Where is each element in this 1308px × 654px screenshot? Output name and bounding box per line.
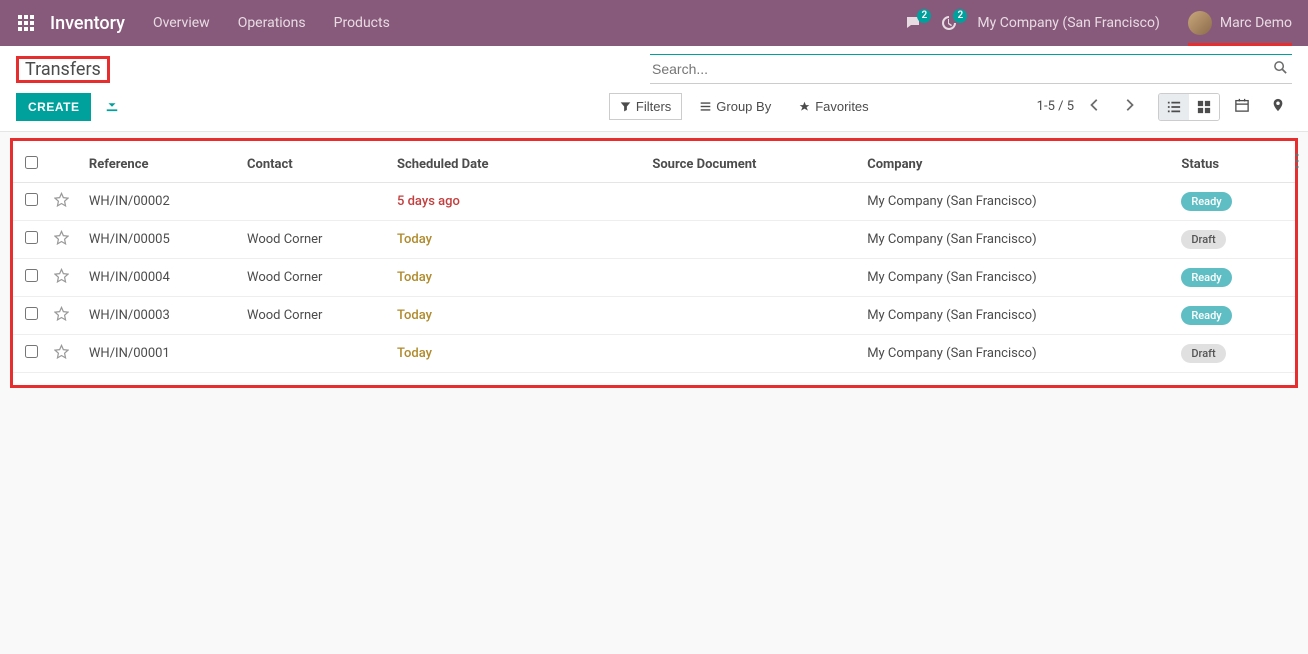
nav-products[interactable]: Products <box>334 15 390 31</box>
cell-source <box>644 221 859 259</box>
cell-contact <box>239 183 389 221</box>
star-icon[interactable] <box>54 196 69 211</box>
header-reference[interactable]: Reference <box>81 147 239 183</box>
star-icon[interactable] <box>54 348 69 363</box>
status-badge: Ready <box>1181 192 1231 211</box>
star-icon[interactable] <box>54 234 69 249</box>
table-row[interactable]: WH/IN/00003Wood CornerToday My Company (S… <box>13 297 1295 335</box>
cell-company: My Company (San Francisco) <box>859 183 1173 221</box>
header-company[interactable]: Company <box>859 147 1173 183</box>
cell-status: Draft <box>1173 221 1295 259</box>
row-checkbox[interactable] <box>25 269 38 282</box>
cell-status: Draft <box>1173 335 1295 373</box>
avatar <box>1188 11 1212 35</box>
cell-source <box>644 335 859 373</box>
page-title: Transfers <box>19 57 107 82</box>
filters-button[interactable]: Filters <box>609 93 682 120</box>
highlight-table: Reference Contact Scheduled Date Source … <box>10 138 1298 388</box>
cell-status: Ready <box>1173 183 1295 221</box>
cell-reference: WH/IN/00003 <box>81 297 239 335</box>
apps-icon[interactable] <box>16 13 36 33</box>
view-list[interactable] <box>1159 94 1189 120</box>
view-map[interactable] <box>1264 92 1292 121</box>
view-switcher <box>1158 93 1220 121</box>
view-kanban[interactable] <box>1189 94 1219 120</box>
cell-source <box>644 183 859 221</box>
cell-contact: Wood Corner <box>239 297 389 335</box>
cell-reference: WH/IN/00001 <box>81 335 239 373</box>
table-row[interactable]: WH/IN/00001 Today My Company (San Francisc… <box>13 335 1295 373</box>
pager-next[interactable] <box>1116 94 1142 119</box>
cell-scheduled: 5 days ago <box>389 183 644 221</box>
messaging-icon[interactable]: 2 <box>905 15 921 31</box>
messaging-badge: 2 <box>917 9 931 23</box>
create-button[interactable]: CREATE <box>16 93 91 121</box>
cell-status: Ready <box>1173 259 1295 297</box>
import-button[interactable] <box>101 94 123 119</box>
cell-scheduled: Today <box>389 335 644 373</box>
company-switcher[interactable]: My Company (San Francisco) <box>977 15 1159 31</box>
header-source[interactable]: Source Document <box>644 147 859 183</box>
table-row[interactable]: WH/IN/00005Wood CornerToday My Company (S… <box>13 221 1295 259</box>
header-status[interactable]: Status <box>1173 147 1295 183</box>
row-checkbox[interactable] <box>25 307 38 320</box>
activity-badge: 2 <box>953 9 967 23</box>
nav-operations[interactable]: Operations <box>238 15 306 31</box>
search-input[interactable] <box>650 57 1269 81</box>
cell-reference: WH/IN/00005 <box>81 221 239 259</box>
header-contact[interactable]: Contact <box>239 147 389 183</box>
transfers-table: Reference Contact Scheduled Date Source … <box>13 147 1295 373</box>
status-badge: Draft <box>1181 230 1225 249</box>
cell-contact: Wood Corner <box>239 259 389 297</box>
cell-scheduled: Today <box>389 259 644 297</box>
app-brand[interactable]: Inventory <box>50 13 125 34</box>
group-by-label: Group By <box>716 99 771 114</box>
header-scheduled[interactable]: Scheduled Date <box>389 147 644 183</box>
table-row[interactable]: WH/IN/00002 5 days ago My Company (San Fra… <box>13 183 1295 221</box>
control-panel: Transfers CREATE Filters Group By Fa <box>0 46 1308 132</box>
cell-scheduled: Today <box>389 221 644 259</box>
favorites-label: Favorites <box>815 99 868 114</box>
status-badge: Draft <box>1181 344 1225 363</box>
cell-scheduled: Today <box>389 297 644 335</box>
username: Marc Demo <box>1220 15 1292 31</box>
cell-reference: WH/IN/00002 <box>81 183 239 221</box>
cell-contact <box>239 335 389 373</box>
status-badge: Ready <box>1181 268 1231 287</box>
group-by-button[interactable]: Group By <box>690 94 781 119</box>
row-checkbox[interactable] <box>25 193 38 206</box>
favorites-button[interactable]: Favorites <box>789 94 878 119</box>
filters-label: Filters <box>636 99 671 114</box>
view-calendar[interactable] <box>1228 92 1256 121</box>
pager: 1-5 / 5 <box>1037 99 1074 114</box>
cell-source <box>644 297 859 335</box>
user-menu[interactable]: Marc Demo <box>1188 0 1292 46</box>
cell-reference: WH/IN/00004 <box>81 259 239 297</box>
top-nav: Inventory Overview Operations Products 2… <box>0 0 1308 46</box>
cell-source <box>644 259 859 297</box>
star-icon[interactable] <box>54 272 69 287</box>
activity-icon[interactable]: 2 <box>941 15 957 31</box>
pager-prev[interactable] <box>1082 94 1108 119</box>
row-checkbox[interactable] <box>25 231 38 244</box>
column-options-icon[interactable] <box>1295 153 1299 173</box>
status-badge: Ready <box>1181 306 1231 325</box>
table-row[interactable]: WH/IN/00004Wood CornerToday My Company (S… <box>13 259 1295 297</box>
nav-overview[interactable]: Overview <box>153 15 210 31</box>
cell-company: My Company (San Francisco) <box>859 259 1173 297</box>
cell-contact: Wood Corner <box>239 221 389 259</box>
search-bar <box>650 54 1292 84</box>
search-button[interactable] <box>1269 56 1292 82</box>
cell-company: My Company (San Francisco) <box>859 297 1173 335</box>
table-header-row: Reference Contact Scheduled Date Source … <box>13 147 1295 183</box>
select-all-checkbox[interactable] <box>25 156 38 169</box>
star-icon[interactable] <box>54 310 69 325</box>
row-checkbox[interactable] <box>25 345 38 358</box>
cell-company: My Company (San Francisco) <box>859 335 1173 373</box>
cell-company: My Company (San Francisco) <box>859 221 1173 259</box>
highlight-title: Transfers <box>16 56 110 83</box>
cell-status: Ready <box>1173 297 1295 335</box>
